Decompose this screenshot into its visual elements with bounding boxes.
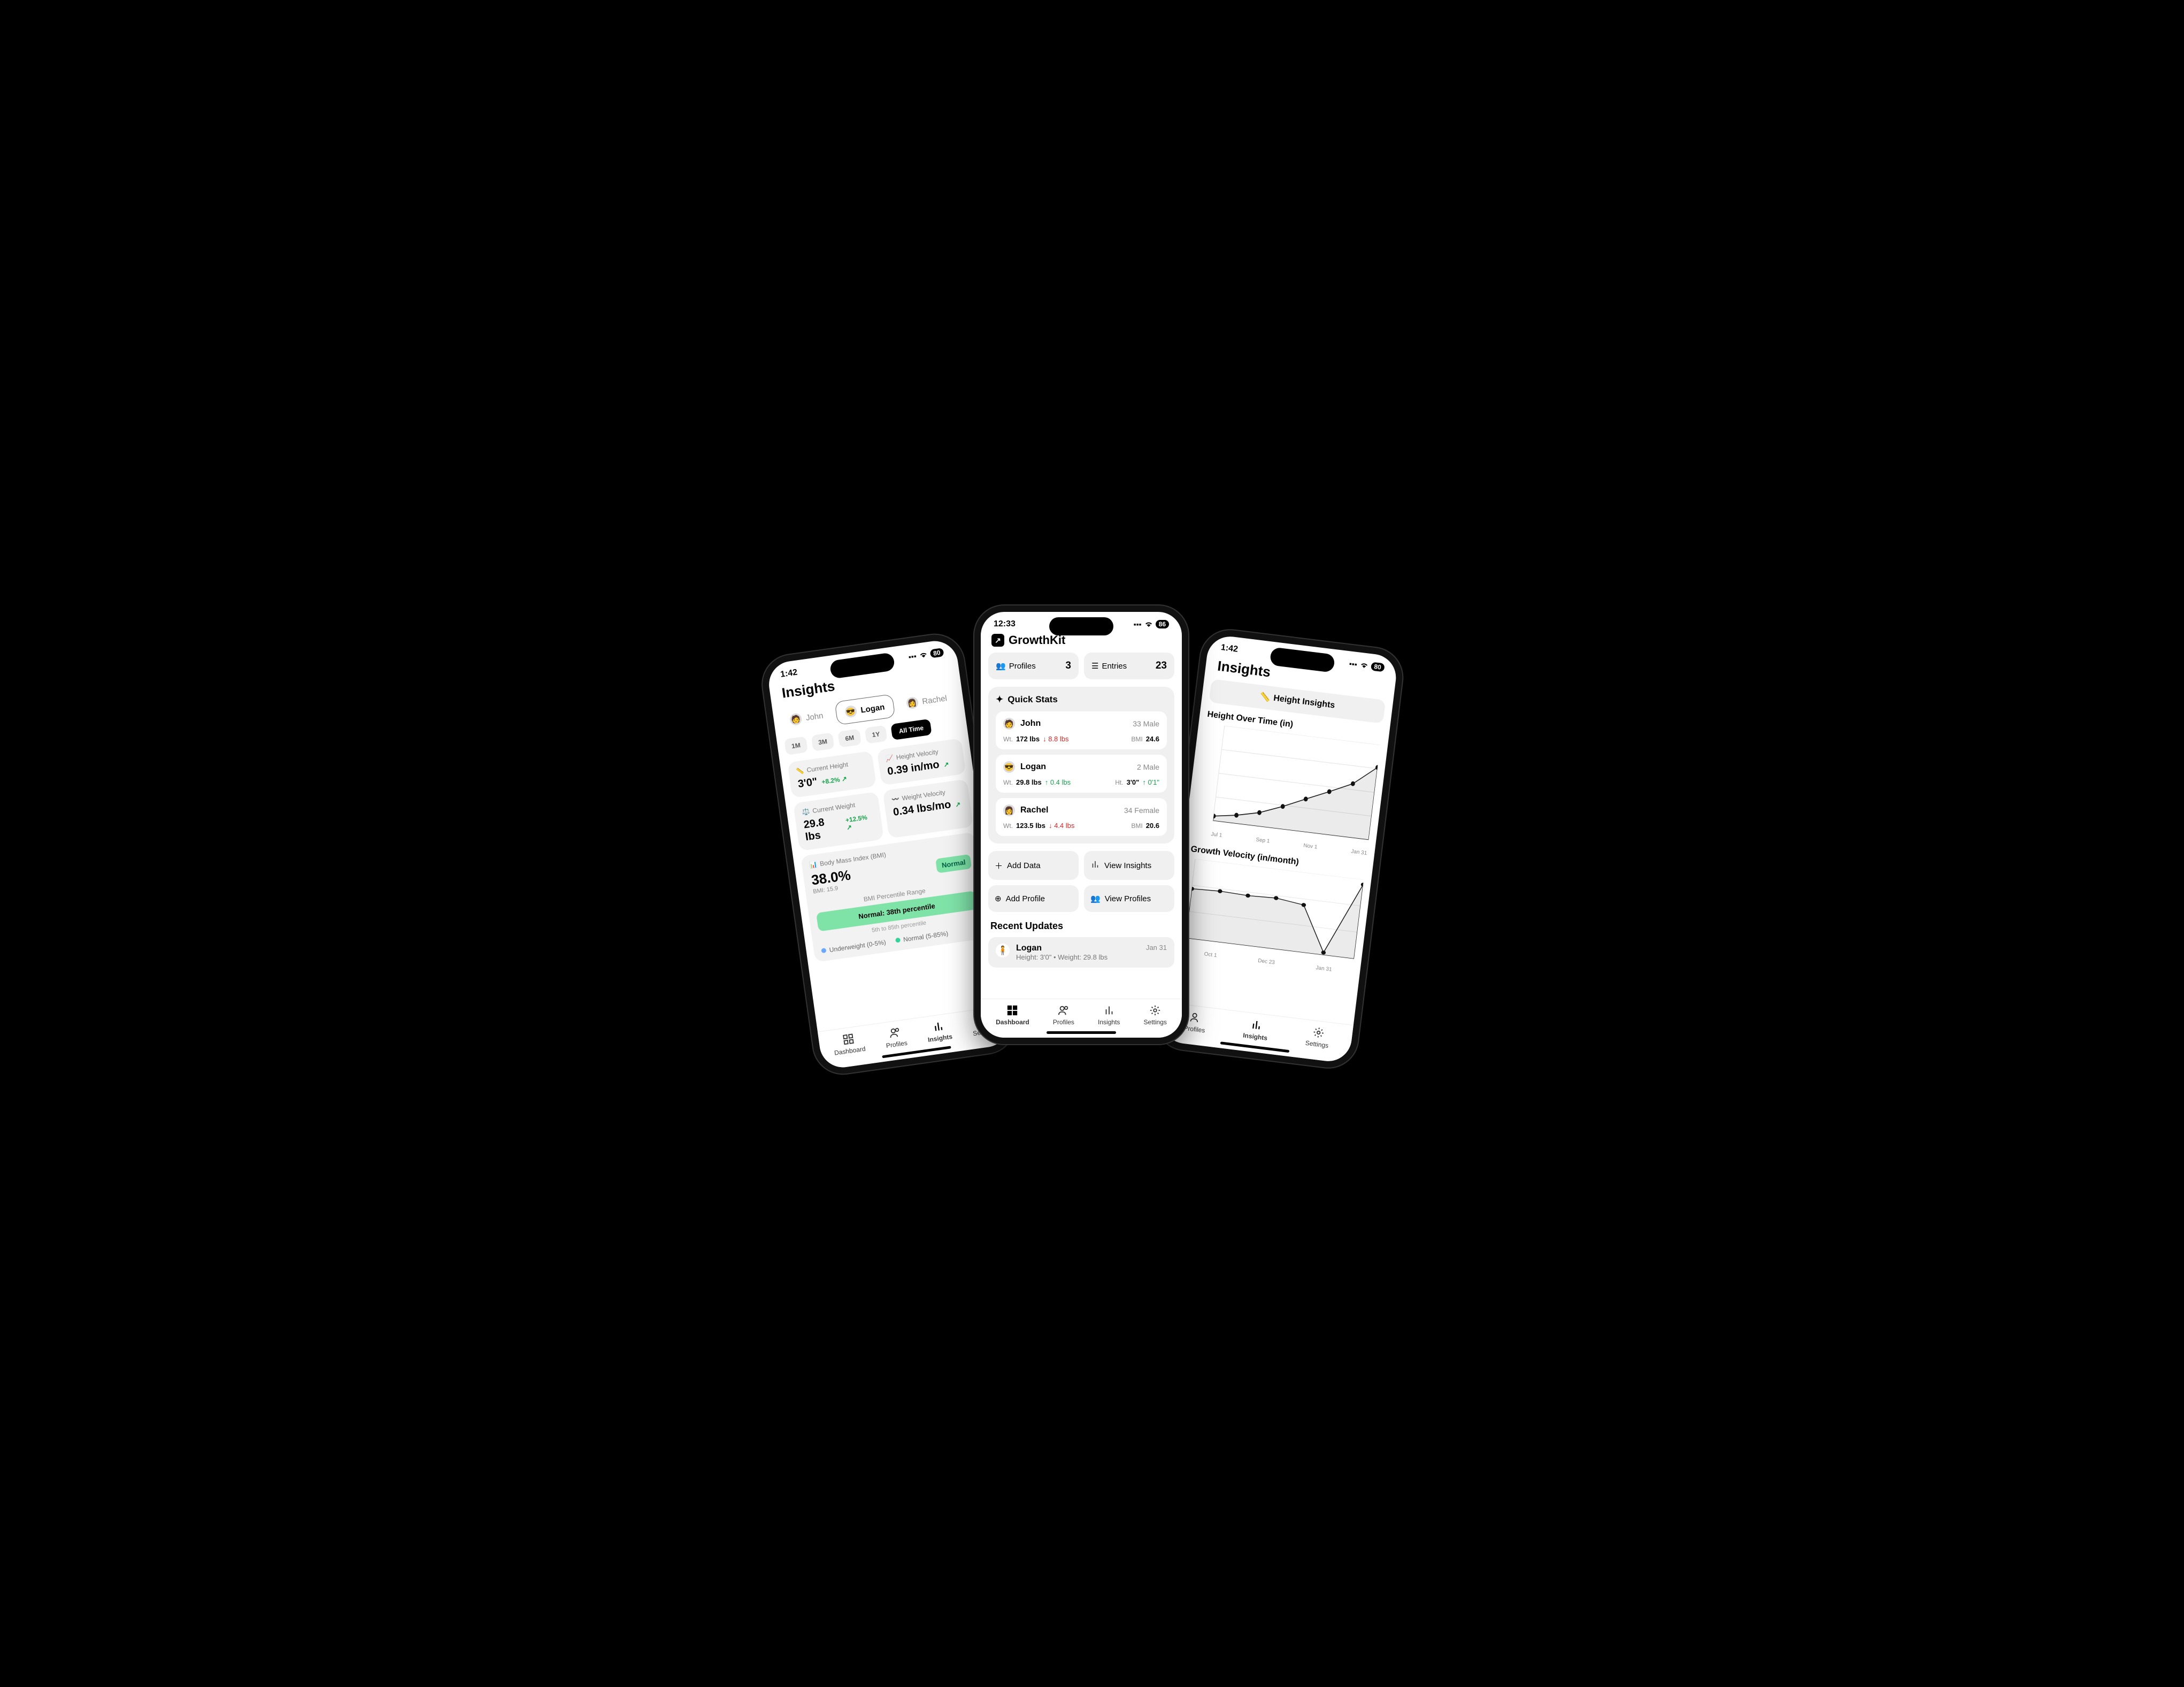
status-time: 1:42: [1220, 643, 1239, 655]
home-indicator[interactable]: [1047, 1031, 1116, 1034]
tab-profiles[interactable]: Profiles: [1053, 1004, 1074, 1026]
profile-card-john[interactable]: 🧑John 33 Male Wt.172 lbs↓ 8.8 lbs BMI24.…: [996, 711, 1167, 749]
arrow-down-icon: ↓ 8.8 lbs: [1043, 735, 1068, 743]
users-icon: 👥: [1090, 894, 1101, 903]
avatar-icon: 🧑: [1003, 718, 1015, 730]
wifi-icon: [1144, 621, 1153, 627]
signal-icon: ▪▪▪: [1349, 659, 1358, 669]
tab-dashboard[interactable]: Dashboard: [832, 1031, 866, 1057]
avatar-icon: 🧑: [789, 712, 803, 726]
quick-stats-panel: ✦Quick Stats 🧑John 33 Male Wt.172 lbs↓ 8…: [988, 687, 1174, 844]
chart-icon: 📊: [809, 861, 818, 869]
battery-badge: 80: [929, 648, 944, 658]
ruler-icon: 📏: [796, 767, 805, 776]
phone-insights-charts: 1:42 ▪▪▪ 80 Insights 📏 Height Insights H…: [1152, 627, 1405, 1071]
bmi-status-badge: Normal: [935, 854, 972, 873]
tab-insights[interactable]: Insights: [1098, 1004, 1120, 1026]
wifi-icon: [1359, 662, 1368, 669]
person-icon: 🧍: [996, 944, 1010, 957]
status-time: 1:42: [780, 668, 798, 680]
recent-updates-title: Recent Updates: [988, 919, 1174, 937]
plus-circle-icon: ⊕: [995, 894, 1002, 903]
view-insights-button[interactable]: View Insights: [1084, 851, 1174, 880]
wifi-icon: [919, 651, 928, 658]
status-time: 12:33: [994, 619, 1016, 629]
tab-settings[interactable]: Settings: [1305, 1025, 1331, 1049]
profile-card-logan[interactable]: 😎Logan 2 Male Wt.29.8 lbs↑ 0.4 lbs Ht.3'…: [996, 755, 1167, 793]
arrow-up-icon: ↑ 0'1": [1142, 778, 1159, 786]
device-notch: [1049, 617, 1113, 635]
tab-profiles[interactable]: Profiles: [883, 1025, 908, 1049]
arrow-up-icon: ↑ 0.4 lbs: [1045, 778, 1071, 786]
legend-dot-normal: [895, 938, 901, 943]
app-logo-icon: ↗: [991, 634, 1004, 647]
signal-icon: ▪▪▪: [908, 651, 917, 661]
sparkle-icon: ✦: [996, 694, 1003, 705]
add-data-button[interactable]: ＋Add Data: [988, 851, 1079, 880]
view-profiles-button[interactable]: 👥View Profiles: [1084, 885, 1174, 912]
tab-dashboard[interactable]: Dashboard: [996, 1004, 1029, 1026]
phone-dashboard: 12:33 ▪▪▪ 86 ↗ GrowthKit 👥Profiles 3 ☰En…: [974, 605, 1188, 1044]
tab-insights[interactable]: Insights: [1243, 1018, 1270, 1042]
list-icon: ☰: [1091, 661, 1098, 671]
arrow-down-icon: ↓ 4.4 lbs: [1049, 822, 1074, 830]
plus-icon: ＋: [995, 860, 1003, 871]
range-1y[interactable]: 1Y: [865, 725, 887, 744]
avatar-icon: 👩: [905, 696, 919, 710]
avatar-icon: 😎: [844, 705, 857, 718]
avatar-icon: 👩: [1003, 804, 1015, 816]
profiles-count[interactable]: 👥Profiles 3: [988, 653, 1079, 679]
profile-card-rachel[interactable]: 👩Rachel 34 Female Wt.123.5 lbs↓ 4.4 lbs …: [996, 798, 1167, 836]
profile-tab-john[interactable]: 🧑 John: [780, 703, 833, 733]
users-icon: 👥: [996, 661, 1006, 671]
add-profile-button[interactable]: ⊕Add Profile: [988, 885, 1079, 912]
legend-dot-underweight: [821, 948, 826, 953]
tab-insights[interactable]: Insights: [926, 1019, 953, 1044]
range-1m[interactable]: 1M: [784, 736, 808, 755]
range-6m[interactable]: 6M: [838, 729, 862, 747]
entries-count[interactable]: ☰Entries 23: [1084, 653, 1174, 679]
profile-tab-rachel[interactable]: 👩 Rachel: [896, 686, 957, 716]
stat-current-height: 📏Current Height 3'0"+8.2% ↗: [787, 751, 876, 798]
ruler-icon: 📏: [1259, 692, 1271, 703]
recent-update-item[interactable]: 🧍 Logan Height: 3'0" • Weight: 29.8 lbs …: [988, 937, 1174, 968]
signal-icon: ▪▪▪: [1134, 620, 1142, 628]
activity-icon: 〰️: [891, 795, 900, 803]
scale-icon: ⚖️: [802, 808, 811, 816]
bar-chart-icon: [1090, 860, 1100, 871]
profile-tab-logan[interactable]: 😎 Logan: [834, 694, 895, 725]
battery-badge: 80: [1371, 662, 1385, 672]
trend-icon: 📈: [885, 754, 894, 763]
chart-growth-velocity: Growth Velocity (in/month) Oct 1Dec 23Ja…: [1176, 845, 1365, 985]
battery-badge: 86: [1156, 620, 1169, 628]
range-3m[interactable]: 3M: [811, 732, 834, 751]
stat-height-velocity: 📈Height Velocity 0.39 in/mo↗: [877, 738, 966, 785]
chart-height-over-time: Height Over Time (in) 36.2 35.5 34.9 34.…: [1191, 710, 1382, 866]
tab-settings[interactable]: Settings: [1144, 1004, 1167, 1026]
avatar-icon: 😎: [1003, 761, 1015, 773]
